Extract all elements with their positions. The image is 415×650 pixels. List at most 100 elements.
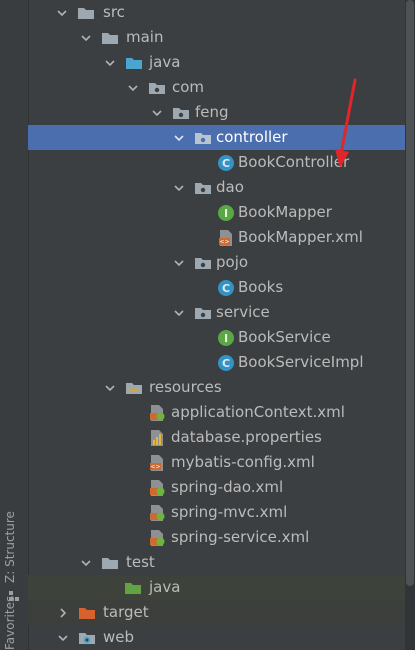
- chevron-down-icon[interactable]: [173, 182, 185, 194]
- spring-xml-icon: [150, 530, 165, 546]
- chevron-down-icon[interactable]: [127, 82, 139, 94]
- favorites-tab[interactable]: Favorites: [3, 596, 17, 650]
- left-tool-strip: Z: Structure Favorites: [0, 0, 29, 650]
- tree-item-bookservice[interactable]: I BookService: [28, 325, 405, 350]
- svg-text:I: I: [224, 207, 228, 220]
- package-icon: [195, 183, 211, 194]
- tree-item-dao[interactable]: dao: [28, 175, 405, 200]
- tree-item-test[interactable]: test: [28, 550, 405, 575]
- chevron-down-icon[interactable]: [173, 132, 185, 144]
- chevron-right-icon[interactable]: [57, 607, 69, 619]
- tree-item-label: main: [126, 28, 164, 46]
- chevron-down-icon[interactable]: [57, 632, 69, 644]
- annotation-arrow-icon: [335, 78, 357, 168]
- tree-item-label: java: [149, 53, 181, 71]
- tree-item-pojo[interactable]: pojo: [28, 250, 405, 275]
- spring-xml-icon: [150, 480, 165, 496]
- tree-item-label: spring-mvc.xml: [171, 503, 288, 521]
- tree-item-resources[interactable]: resources: [28, 375, 405, 400]
- tree-item-label: BookServiceImpl: [238, 353, 364, 371]
- tree-item-label: web: [103, 628, 135, 646]
- package-icon: [149, 83, 165, 94]
- chevron-down-icon[interactable]: [173, 307, 185, 319]
- properties-file-icon: [151, 430, 163, 446]
- tree-item-label: java: [149, 578, 181, 596]
- tree-item-label: com: [172, 78, 205, 96]
- chevron-down-icon[interactable]: [80, 32, 92, 44]
- project-tool-window: Z: Structure Favorites src main java com…: [0, 0, 415, 650]
- folder-icon: [102, 558, 118, 569]
- tree-item-label: applicationContext.xml: [171, 403, 345, 421]
- tree-item-mybatis-config-xml[interactable]: <> mybatis-config.xml: [28, 450, 405, 475]
- chevron-down-icon[interactable]: [173, 257, 185, 269]
- structure-tab[interactable]: Z: Structure: [3, 511, 17, 583]
- tree-item-label: spring-service.xml: [171, 528, 310, 546]
- tree-item-label: database.properties: [171, 428, 322, 446]
- vertical-scrollbar[interactable]: [405, 0, 415, 650]
- spring-xml-icon: [150, 405, 165, 421]
- interface-icon: I: [218, 205, 234, 221]
- tree-item-label: resources: [149, 378, 222, 396]
- web-folder-icon: [79, 633, 95, 644]
- chevron-down-icon[interactable]: [104, 57, 116, 69]
- tree-item-label: mybatis-config.xml: [171, 453, 315, 471]
- chevron-down-icon[interactable]: [56, 7, 68, 19]
- package-icon: [195, 308, 211, 319]
- tree-item-label: BookMapper: [238, 203, 332, 221]
- folder-icon: [78, 8, 94, 19]
- excluded-folder-icon: [79, 608, 95, 619]
- tree-item-books[interactable]: C Books: [28, 275, 405, 300]
- tree-item-bookserviceimpl[interactable]: C BookServiceImpl: [28, 350, 405, 375]
- class-icon: C: [218, 280, 234, 296]
- tree-item-label: service: [216, 303, 270, 321]
- svg-text:C: C: [222, 357, 230, 370]
- chevron-down-icon[interactable]: [104, 382, 116, 394]
- tree-item-label: BookMapper.xml: [238, 228, 363, 246]
- project-tree: src main java com feng controller C Book…: [28, 0, 405, 650]
- tree-item-label: target: [103, 603, 149, 621]
- package-icon: [173, 108, 189, 119]
- tree-item-label: feng: [195, 103, 229, 121]
- chevron-down-icon[interactable]: [80, 557, 92, 569]
- tree-item-main[interactable]: main: [28, 25, 405, 50]
- tree-item-label: Books: [238, 278, 284, 296]
- tree-item-bookmapper[interactable]: I BookMapper: [28, 200, 405, 225]
- tree-item-java[interactable]: java: [28, 50, 405, 75]
- class-icon: C: [218, 355, 234, 371]
- tree-item-label: BookService: [238, 328, 331, 346]
- svg-text:<>: <>: [150, 464, 160, 471]
- xml-file-icon: <>: [150, 455, 163, 471]
- tree-item-label: spring-dao.xml: [171, 478, 284, 496]
- tree-item-target[interactable]: target: [28, 600, 405, 625]
- class-icon: C: [218, 155, 234, 171]
- interface-icon: I: [218, 330, 234, 346]
- tree-item-applicationcontext-xml[interactable]: applicationContext.xml: [28, 400, 405, 425]
- tree-item-label: controller: [216, 128, 288, 146]
- folder-icon: [102, 33, 118, 44]
- source-folder-icon: [126, 58, 142, 69]
- xml-file-icon: <>: [219, 230, 232, 246]
- svg-text:C: C: [222, 157, 230, 170]
- svg-text:C: C: [222, 282, 230, 295]
- tree-item-spring-dao-xml[interactable]: spring-dao.xml: [28, 475, 405, 500]
- tree-item-label: dao: [216, 178, 244, 196]
- tree-item-spring-mvc-xml[interactable]: spring-mvc.xml: [28, 500, 405, 525]
- tree-item-database-properties[interactable]: database.properties: [28, 425, 405, 450]
- tree-item-label: src: [103, 3, 125, 21]
- tree-item-label: test: [126, 553, 155, 571]
- chevron-down-icon[interactable]: [151, 107, 163, 119]
- tree-item-label: pojo: [216, 253, 249, 271]
- tree-item-spring-service-xml[interactable]: spring-service.xml: [28, 525, 405, 550]
- tree-item-src[interactable]: src: [28, 0, 405, 25]
- tree-item-bookmapper-xml[interactable]: <> BookMapper.xml: [28, 225, 405, 250]
- scrollbar-thumb[interactable]: [406, 0, 414, 586]
- svg-text:I: I: [224, 332, 228, 345]
- test-source-folder-icon: [125, 583, 141, 594]
- svg-text:<>: <>: [219, 239, 229, 246]
- package-icon: [195, 258, 211, 269]
- resources-folder-icon: [126, 383, 142, 394]
- spring-xml-icon: [150, 505, 165, 521]
- tree-item-test-java[interactable]: java: [28, 575, 405, 600]
- tree-item-service[interactable]: service: [28, 300, 405, 325]
- tree-item-web[interactable]: web: [28, 625, 405, 650]
